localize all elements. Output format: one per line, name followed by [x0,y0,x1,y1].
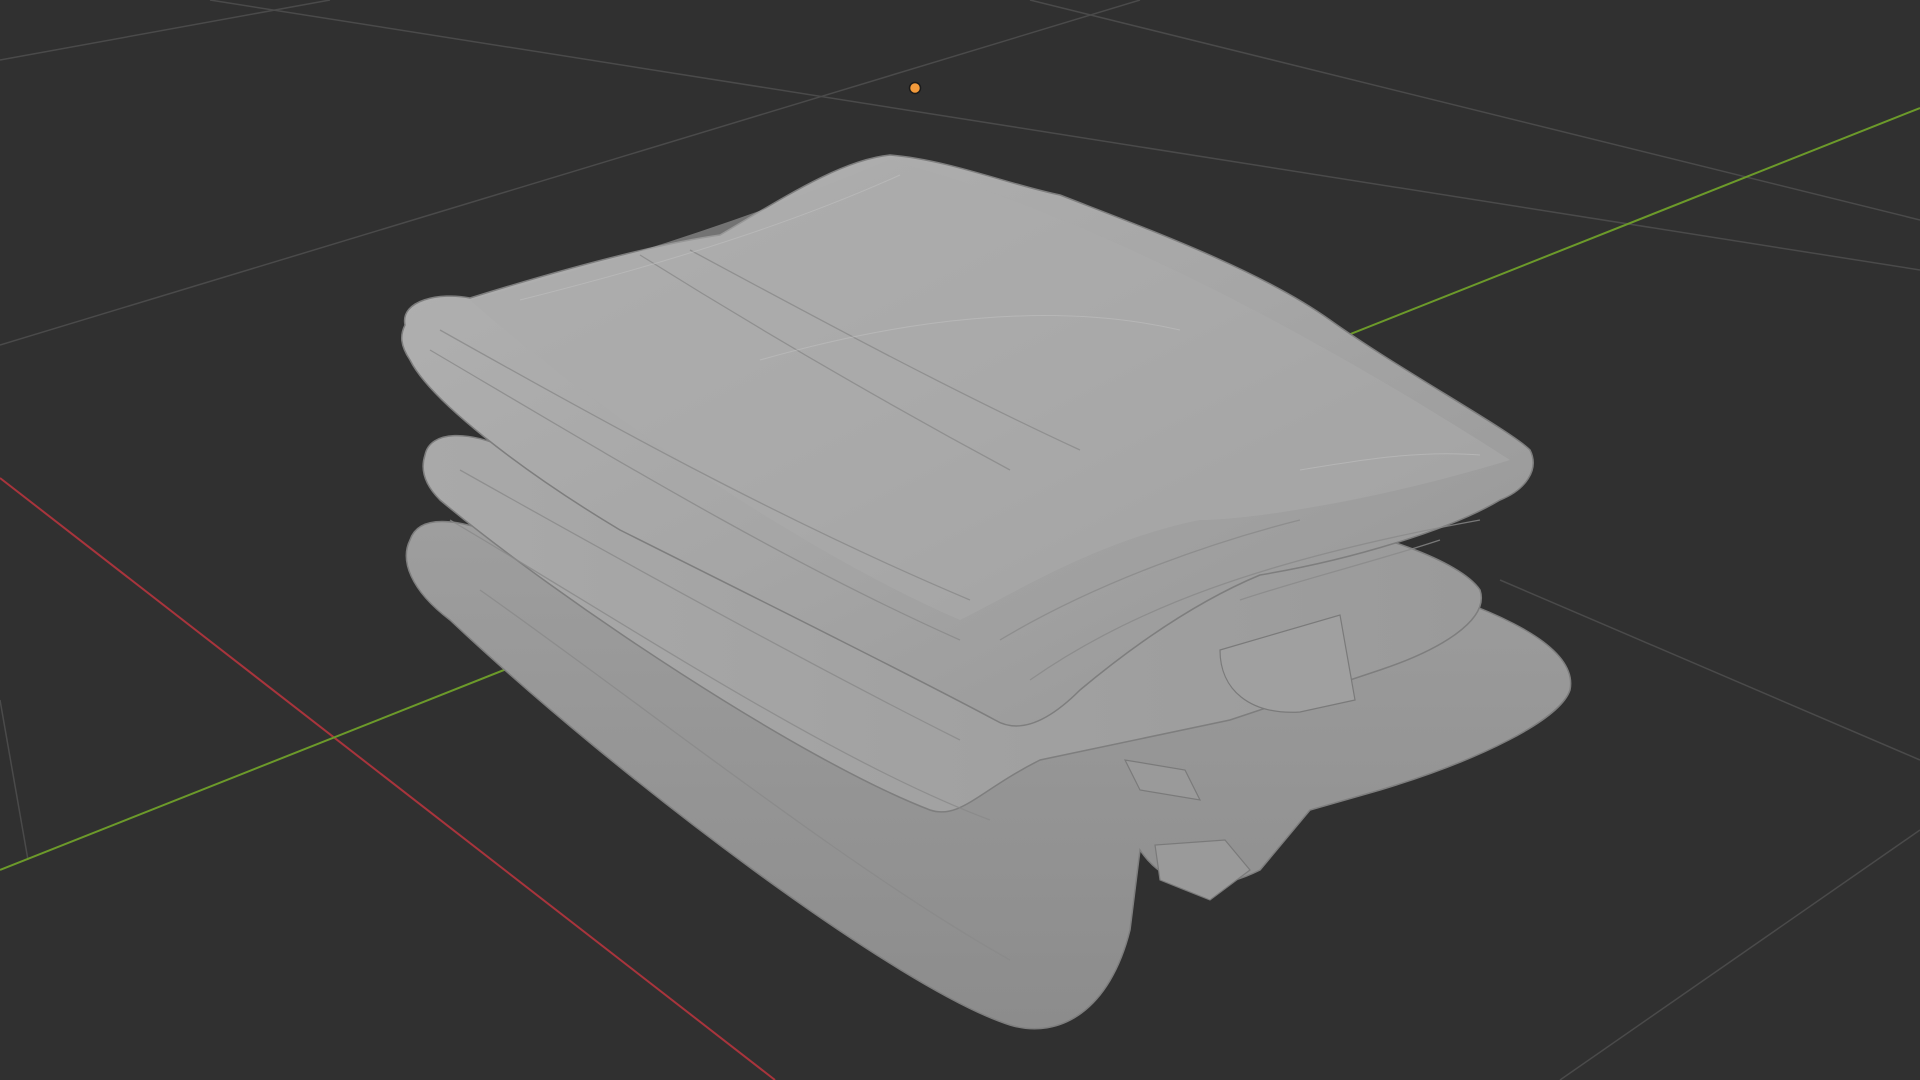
viewport-canvas[interactable] [0,0,1920,1080]
folded-cloth-mesh[interactable] [400,154,1572,1030]
3d-viewport[interactable] [0,0,1920,1080]
object-origin-marker[interactable] [908,81,922,95]
